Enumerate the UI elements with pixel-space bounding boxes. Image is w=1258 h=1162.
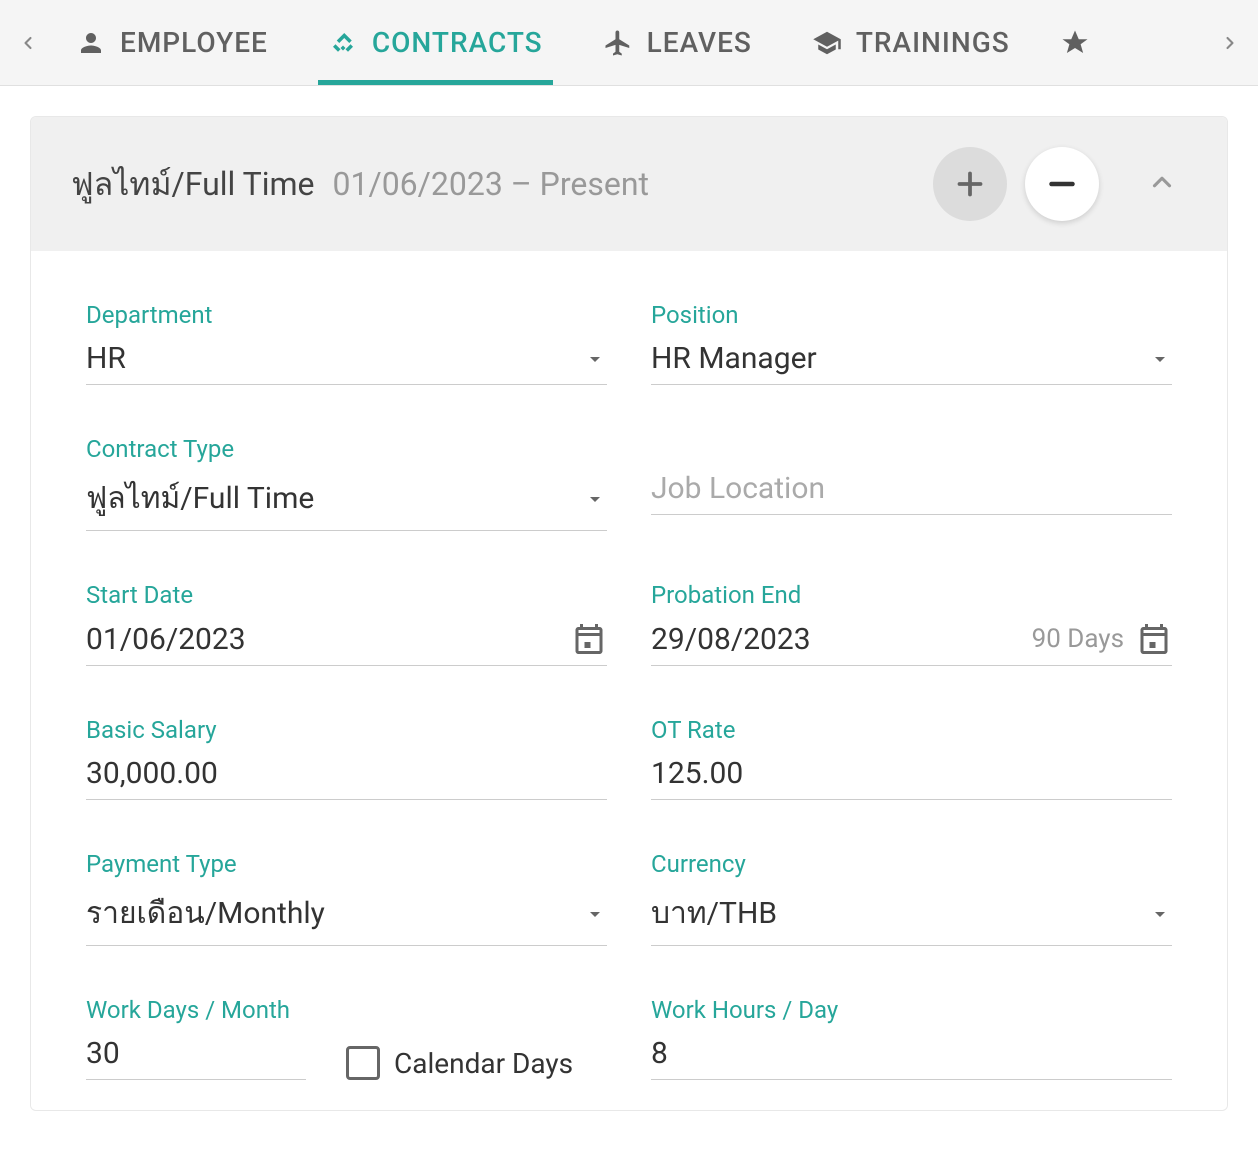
- calendar-icon[interactable]: [1136, 621, 1172, 657]
- contract-actions: [933, 147, 1187, 221]
- tab-label: TRAININGS: [856, 26, 1010, 59]
- contract-type-label: Contract Type: [86, 435, 607, 463]
- contract-title-group: ฟูลไทม์/Full Time 01/06/2023 – Present: [71, 159, 649, 210]
- probation-end-value: 29/08/2023: [651, 622, 1032, 657]
- tabs-bar: EMPLOYEE CONTRACTS LEAVES TRAININGS: [0, 0, 1258, 86]
- work-days-field: Work Days / Month Calendar Days: [86, 996, 607, 1080]
- calendar-days-checkbox[interactable]: [346, 1046, 380, 1080]
- department-value: HR: [86, 341, 583, 376]
- start-date-field: Start Date 01/06/2023: [86, 581, 607, 666]
- department-label: Department: [86, 301, 607, 329]
- tab-label: EMPLOYEE: [120, 26, 268, 59]
- tab-contracts[interactable]: CONTRACTS: [298, 0, 573, 85]
- location-icon: [1060, 28, 1090, 58]
- position-value: HR Manager: [651, 341, 1148, 376]
- work-days-input-wrap: [86, 1036, 306, 1080]
- tab-leaves[interactable]: LEAVES: [573, 0, 782, 85]
- work-hours-input[interactable]: [651, 1036, 1172, 1071]
- tabs-container: EMPLOYEE CONTRACTS LEAVES TRAININGS: [46, 0, 1212, 85]
- ot-rate-input[interactable]: [651, 756, 1172, 791]
- remove-contract-button[interactable]: [1025, 147, 1099, 221]
- contract-type-value: ฟูลไทม์/Full Time: [86, 475, 583, 522]
- basic-salary-input-wrap: [86, 756, 607, 800]
- position-select[interactable]: HR Manager: [651, 341, 1172, 385]
- form-grid: Department HR Position HR Manager: [86, 301, 1172, 1080]
- collapse-toggle[interactable]: [1137, 167, 1187, 201]
- department-select[interactable]: HR: [86, 341, 607, 385]
- currency-label: Currency: [651, 850, 1172, 878]
- probation-end-field: Probation End 29/08/2023 90 Days: [651, 581, 1172, 666]
- dropdown-icon: [583, 902, 607, 926]
- department-field: Department HR: [86, 301, 607, 385]
- contract-type-field: Contract Type ฟูลไทม์/Full Time: [86, 435, 607, 531]
- dropdown-icon: [1148, 902, 1172, 926]
- ot-rate-field: OT Rate: [651, 716, 1172, 800]
- payment-type-label: Payment Type: [86, 850, 607, 878]
- add-contract-button[interactable]: [933, 147, 1007, 221]
- contract-card-body: Department HR Position HR Manager: [31, 251, 1227, 1110]
- start-date-input-wrap[interactable]: 01/06/2023: [86, 621, 607, 666]
- handshake-icon: [328, 28, 358, 58]
- contract-card-header: ฟูลไทม์/Full Time 01/06/2023 – Present: [31, 117, 1227, 251]
- currency-value: บาท/THB: [651, 890, 1148, 937]
- basic-salary-field: Basic Salary: [86, 716, 607, 800]
- work-hours-label: Work Hours / Day: [651, 996, 1172, 1024]
- currency-field: Currency บาท/THB: [651, 850, 1172, 946]
- content-area: ฟูลไทม์/Full Time 01/06/2023 – Present D…: [0, 86, 1258, 1141]
- minus-icon: [1044, 166, 1080, 202]
- tab-label: CONTRACTS: [372, 26, 543, 59]
- ot-rate-label: OT Rate: [651, 716, 1172, 744]
- tab-next-partial[interactable]: [1040, 0, 1090, 85]
- tabs-scroll-left[interactable]: [10, 33, 46, 53]
- basic-salary-input[interactable]: [86, 756, 607, 791]
- calendar-days-label: Calendar Days: [394, 1047, 573, 1080]
- chevron-right-icon: [1220, 33, 1240, 53]
- dropdown-icon: [1148, 347, 1172, 371]
- contract-card: ฟูลไทม์/Full Time 01/06/2023 – Present D…: [30, 116, 1228, 1111]
- contract-date-range: 01/06/2023 – Present: [333, 165, 649, 203]
- basic-salary-label: Basic Salary: [86, 716, 607, 744]
- tabs-scroll-right[interactable]: [1212, 33, 1248, 53]
- payment-type-value: รายเดือน/Monthly: [86, 890, 583, 937]
- start-date-label: Start Date: [86, 581, 607, 609]
- job-location-field: [651, 435, 1172, 531]
- contract-title: ฟูลไทม์/Full Time: [71, 159, 315, 210]
- calendar-icon[interactable]: [571, 621, 607, 657]
- probation-end-label: Probation End: [651, 581, 1172, 609]
- work-hours-input-wrap: [651, 1036, 1172, 1080]
- job-location-input-wrap: [651, 471, 1172, 515]
- chevron-up-icon: [1147, 167, 1177, 197]
- ot-rate-input-wrap: [651, 756, 1172, 800]
- probation-end-input-wrap[interactable]: 29/08/2023 90 Days: [651, 621, 1172, 666]
- work-days-row: Calendar Days: [86, 1036, 607, 1080]
- probation-days-suffix: 90 Days: [1032, 624, 1124, 654]
- job-location-input[interactable]: [651, 471, 1172, 506]
- start-date-value: 01/06/2023: [86, 622, 571, 657]
- dropdown-icon: [583, 487, 607, 511]
- tab-employee[interactable]: EMPLOYEE: [46, 0, 298, 85]
- airplane-icon: [603, 28, 633, 58]
- currency-select[interactable]: บาท/THB: [651, 890, 1172, 946]
- position-field: Position HR Manager: [651, 301, 1172, 385]
- payment-type-field: Payment Type รายเดือน/Monthly: [86, 850, 607, 946]
- tab-label: LEAVES: [647, 26, 752, 59]
- contract-type-select[interactable]: ฟูลไทม์/Full Time: [86, 475, 607, 531]
- work-days-label: Work Days / Month: [86, 996, 607, 1024]
- dropdown-icon: [583, 347, 607, 371]
- person-icon: [76, 28, 106, 58]
- calendar-days-checkbox-row: Calendar Days: [346, 1046, 573, 1080]
- graduation-cap-icon: [812, 28, 842, 58]
- chevron-left-icon: [18, 33, 38, 53]
- plus-icon: [952, 166, 988, 202]
- tab-trainings[interactable]: TRAININGS: [782, 0, 1040, 85]
- work-hours-field: Work Hours / Day: [651, 996, 1172, 1080]
- position-label: Position: [651, 301, 1172, 329]
- payment-type-select[interactable]: รายเดือน/Monthly: [86, 890, 607, 946]
